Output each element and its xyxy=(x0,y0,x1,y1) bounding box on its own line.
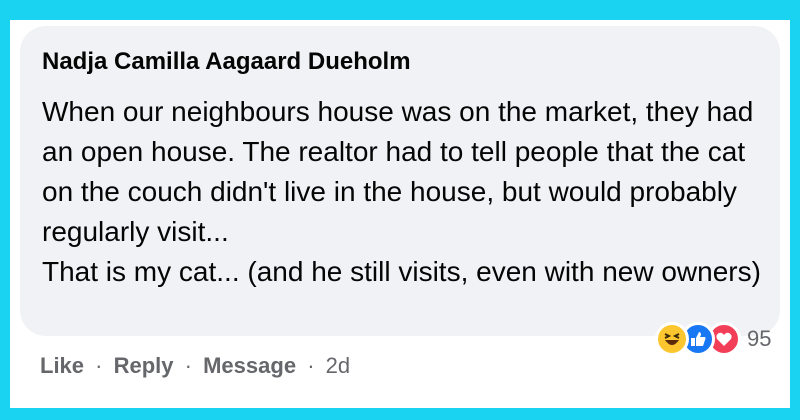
separator: · xyxy=(184,353,192,378)
comment-line: on the couch didn't live in the house, b… xyxy=(42,176,737,207)
comment-actions: Like · Reply · Message · 2d xyxy=(40,353,350,379)
comment-line: an open house. The realtor had to tell p… xyxy=(42,136,746,167)
comment-timestamp[interactable]: 2d xyxy=(326,353,350,378)
comment-line: When our neighbours house was on the mar… xyxy=(42,96,754,127)
reaction-summary[interactable]: 95 xyxy=(655,322,771,356)
comment-bubble: Nadja Camilla Aagaard Dueholm When our n… xyxy=(20,26,780,336)
reaction-count: 95 xyxy=(747,326,772,351)
comment-line: regularly visit... xyxy=(42,216,229,247)
reply-button[interactable]: Reply xyxy=(114,353,174,378)
comment-author[interactable]: Nadja Camilla Aagaard Dueholm xyxy=(42,48,411,76)
comment-text: When our neighbours house was on the mar… xyxy=(42,92,761,292)
comment-line: That is my cat... (and he still visits, … xyxy=(42,256,761,287)
like-button[interactable]: Like xyxy=(40,353,84,378)
haha-icon xyxy=(655,322,689,356)
comment-card: Nadja Camilla Aagaard Dueholm When our n… xyxy=(10,20,790,408)
separator: · xyxy=(307,353,315,378)
message-button[interactable]: Message xyxy=(203,353,296,378)
separator: · xyxy=(95,353,103,378)
